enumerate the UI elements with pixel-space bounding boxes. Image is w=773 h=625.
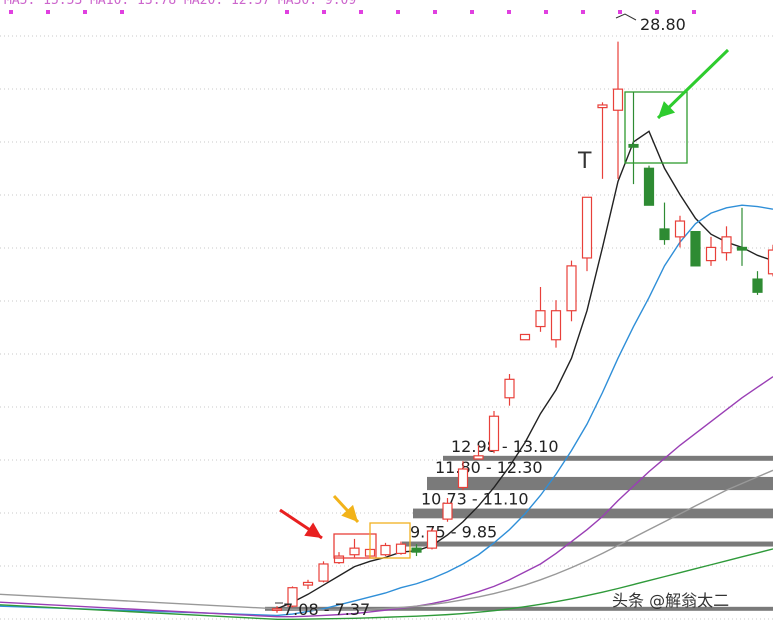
- legend-dot: [433, 10, 437, 14]
- candle-body: [705, 246, 717, 262]
- candle: [690, 230, 701, 267]
- candle: [628, 91, 639, 185]
- candle: [426, 528, 438, 550]
- legend-dot: [322, 10, 326, 14]
- candle: [612, 41, 624, 179]
- candle-body: [535, 310, 546, 328]
- legend-dot: [544, 10, 548, 14]
- candle: [736, 207, 748, 266]
- red-arrow: [279, 508, 323, 540]
- chart-canvas: 12.98 - 13.10 11.80 - 12.30 10.73 - 11.10 9…: [0, 0, 773, 621]
- gap-zone-label: 11.80 - 12.30: [435, 458, 543, 477]
- legend-dot: [470, 10, 474, 14]
- gap-zone-label: 10.73 - 11.10: [421, 490, 529, 509]
- candle-body: [550, 310, 562, 341]
- candle-body: [519, 333, 531, 341]
- grid-lines: [0, 35, 773, 620]
- candle: [504, 374, 515, 406]
- peak-pointer: [615, 13, 637, 21]
- candle-body: [767, 249, 773, 275]
- candle-body: [457, 468, 469, 489]
- candle-body: [488, 415, 500, 452]
- candle-body: [643, 167, 655, 206]
- ma-line: [0, 376, 773, 618]
- candle: [767, 244, 773, 277]
- legend-dot: [396, 10, 400, 14]
- gap-zones: 12.98 - 13.10 11.80 - 12.30 10.73 - 11.10 9…: [265, 437, 773, 611]
- legend-dot: [618, 10, 622, 14]
- gap-zone-band: [427, 476, 773, 491]
- candle-body: [736, 246, 748, 251]
- candle-body: [271, 608, 283, 611]
- header-row: MA5: 15.53 MA10: 13.78 MA20: 12.57 MA30:…: [4, 0, 356, 8]
- candle-body: [333, 555, 345, 564]
- candle: [535, 286, 546, 332]
- candle-body: [318, 563, 329, 582]
- candle: [659, 202, 670, 245]
- arrow-head: [304, 522, 322, 538]
- gap-zone-band: [402, 541, 773, 547]
- green-arrow: [656, 48, 730, 120]
- candle: [705, 236, 717, 266]
- candle: [318, 561, 329, 583]
- candle: [597, 102, 608, 179]
- candle-body: [504, 378, 515, 399]
- candle-body: [674, 220, 686, 238]
- green-highlight-box: [624, 91, 688, 164]
- candle-body: [411, 547, 422, 553]
- legend-dot: [46, 10, 50, 14]
- candle-body: [349, 547, 360, 556]
- candle: [721, 226, 732, 261]
- bottom-range-label: 7.08 - 7.37: [283, 600, 370, 619]
- t-marker: T: [577, 149, 592, 174]
- candle: [550, 300, 562, 348]
- candle: [566, 260, 577, 322]
- candle-body: [442, 502, 453, 520]
- candle: [643, 165, 655, 206]
- gap-zone-label: 9.75 - 9.85: [410, 523, 497, 542]
- yellow-arrow: [332, 494, 360, 524]
- legend-dot: [359, 10, 363, 14]
- ma-line: [276, 130, 773, 610]
- candle-body: [752, 278, 763, 293]
- gap-zone-label: 12.98 - 13.10: [451, 437, 559, 456]
- candle-body: [597, 104, 608, 109]
- legend-dot: [507, 10, 511, 14]
- candle: [752, 271, 763, 295]
- candle: [674, 215, 686, 248]
- candle-body: [473, 455, 484, 460]
- candles: [271, 41, 773, 613]
- legend-dot: [285, 10, 289, 14]
- candle-body: [612, 88, 624, 111]
- ma-line: [0, 469, 773, 611]
- candle: [302, 579, 314, 590]
- candlestick-chart: 12.98 - 13.10 11.80 - 12.30 10.73 - 11.10 9…: [0, 0, 773, 625]
- legend-dot: [692, 10, 696, 14]
- candle-body: [690, 230, 701, 267]
- candle: [488, 410, 500, 454]
- candle-body: [302, 581, 314, 586]
- candle-body: [395, 543, 407, 555]
- legend-dot: [655, 10, 659, 14]
- legend-dot: [120, 10, 124, 14]
- peak-price-label: 28.80: [640, 15, 686, 34]
- candle-body: [426, 530, 438, 549]
- candle-body: [380, 544, 391, 556]
- candle: [581, 196, 593, 272]
- candle-body: [659, 228, 670, 241]
- candle: [349, 538, 360, 558]
- candle-body: [628, 143, 639, 148]
- candle-body: [566, 265, 577, 312]
- legend-dot: [9, 10, 13, 14]
- legend-dot: [83, 10, 87, 14]
- legend-dot: [581, 10, 585, 14]
- candle: [519, 333, 531, 341]
- ma-legend-text: MA5: 15.53 MA10: 13.78 MA20: 12.57 MA30:…: [4, 0, 356, 8]
- candle-body: [721, 236, 732, 254]
- watermark-text: 头条 @解翁太二: [612, 591, 729, 610]
- candle: [380, 542, 391, 557]
- candle-body: [581, 196, 593, 259]
